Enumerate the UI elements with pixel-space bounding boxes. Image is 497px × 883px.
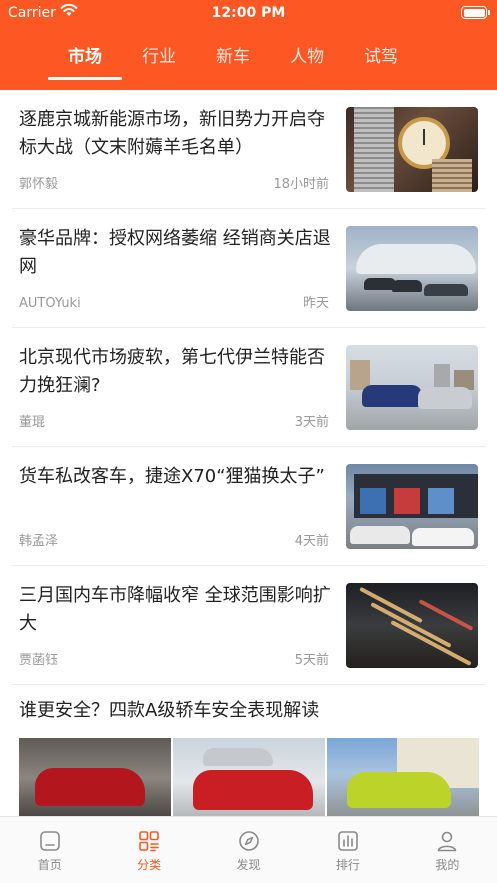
tab-new-car[interactable]: 新车 (196, 44, 270, 84)
article-author: AUTOYuki (19, 296, 81, 311)
article-author: 董琨 (19, 415, 46, 430)
dealer-storefront-image (346, 464, 478, 549)
feature-title: 谁更安全？四款A级轿车安全表现解读 (19, 700, 320, 721)
bottom-tab-bar: 首页 分类 发现 排行 我的 (0, 816, 497, 883)
article-item[interactable]: 北京现代市场疲软，第七代伊兰特能否力挽狂澜? 董琨 3天前 (12, 328, 485, 447)
article-time: 4天前 (294, 534, 329, 549)
feature-article[interactable]: 谁更安全？四款A级轿车安全表现解读 (12, 685, 485, 816)
nav-discover[interactable]: 发现 (199, 817, 298, 883)
nav-profile[interactable]: 我的 (398, 817, 497, 883)
nav-home-label: 首页 (37, 858, 62, 872)
tab-industry[interactable]: 行业 (122, 44, 196, 84)
article-time: 昨天 (302, 296, 329, 311)
traffic-night-image (346, 583, 478, 668)
article-time: 3天前 (294, 415, 329, 430)
battery-icon (461, 6, 490, 19)
article-title: 北京现代市场疲软，第七代伊兰特能否力挽狂澜? (19, 347, 325, 396)
article-title: 三月国内车市降幅收窄 全球范围影响扩大 (19, 585, 331, 634)
article-title: 货车私改客车，捷途X70“狸猫换太子” (19, 466, 325, 487)
article-item[interactable]: 逐鹿京城新能源市场，新旧势力开启夺标大战（文末附薅羊毛名单） 郭怀毅 18小时前 (12, 90, 485, 209)
tab-people[interactable]: 人物 (270, 44, 344, 84)
status-bar: Carrier 12:00 PM (0, 0, 497, 28)
nav-category[interactable]: 分类 (99, 817, 198, 883)
article-time: 5天前 (294, 653, 329, 668)
coins-clock-image (346, 107, 478, 192)
compass-icon (238, 831, 259, 851)
nav-home[interactable]: 首页 (0, 817, 99, 883)
article-author: 韩孟泽 (19, 534, 59, 549)
clock: 12:00 PM (211, 5, 286, 21)
article-feed[interactable]: 逐鹿京城新能源市场，新旧势力开启夺标大战（文末附薅羊毛名单） 郭怀毅 18小时前… (0, 90, 497, 816)
red-sedan-front-image (173, 738, 325, 816)
ranking-chart-icon (338, 831, 358, 851)
showroom-cars-image (346, 226, 478, 311)
article-item[interactable]: 三月国内车市降幅收窄 全球范围影响扩大 贾菡钰 5天前 (12, 566, 485, 685)
home-icon (39, 831, 60, 851)
green-civic-image (327, 738, 479, 816)
article-title: 豪华品牌：授权网络萎缩 经销商关店退网 (19, 228, 331, 277)
article-title: 逐鹿京城新能源市场，新旧势力开启夺标大战（文末附薅羊毛名单） (19, 109, 325, 158)
nav-profile-label: 我的 (435, 858, 460, 872)
article-item[interactable]: 货车私改客车，捷途X70“狸猫换太子” 韩孟泽 4天前 (12, 447, 485, 566)
tab-market[interactable]: 市场 (48, 44, 122, 84)
article-author: 郭怀毅 (19, 177, 59, 192)
tab-test-drive[interactable]: 试驾 (344, 44, 418, 84)
category-tabs: 市场 行业 新车 人物 试驾 (48, 44, 418, 84)
article-time: 18小时前 (273, 177, 329, 192)
nav-discover-label: 发现 (236, 858, 261, 872)
article-author: 贾菡钰 (19, 653, 59, 668)
app-header: Carrier 12:00 PM 市场 行业 新车 人物 试驾 (0, 0, 497, 90)
article-item[interactable]: 豪华品牌：授权网络萎缩 经销商关店退网 AUTOYuki 昨天 (12, 209, 485, 328)
nav-category-label: 分类 (137, 858, 162, 872)
red-sedan-image (19, 738, 171, 816)
profile-icon (438, 831, 457, 852)
nav-ranking-label: 排行 (335, 858, 360, 872)
hyundai-sedans-image (346, 345, 478, 430)
category-grid-icon (139, 831, 159, 852)
nav-ranking[interactable]: 排行 (298, 817, 397, 883)
